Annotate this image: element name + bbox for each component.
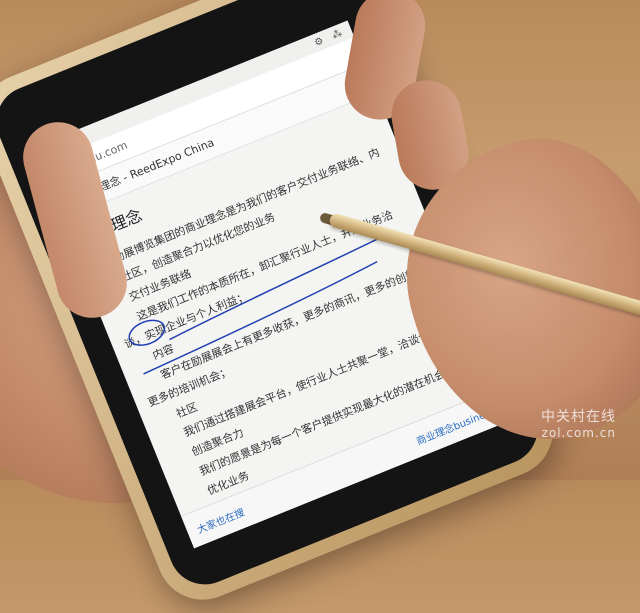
grid-icon: ⁂	[330, 27, 344, 42]
watermark-line2: zol.com.cn	[541, 426, 616, 440]
watermark: 中关村在线 zol.com.cn	[541, 406, 616, 440]
related-search-left[interactable]: 大家也在搜	[194, 503, 246, 536]
photo-scene: ⚙ ⁂ m5.baidu.com ‹ 商业理念 - ReedExpo China…	[0, 0, 640, 613]
settings-icon: ⚙	[312, 34, 326, 49]
watermark-line1: 中关村在线	[541, 409, 616, 425]
